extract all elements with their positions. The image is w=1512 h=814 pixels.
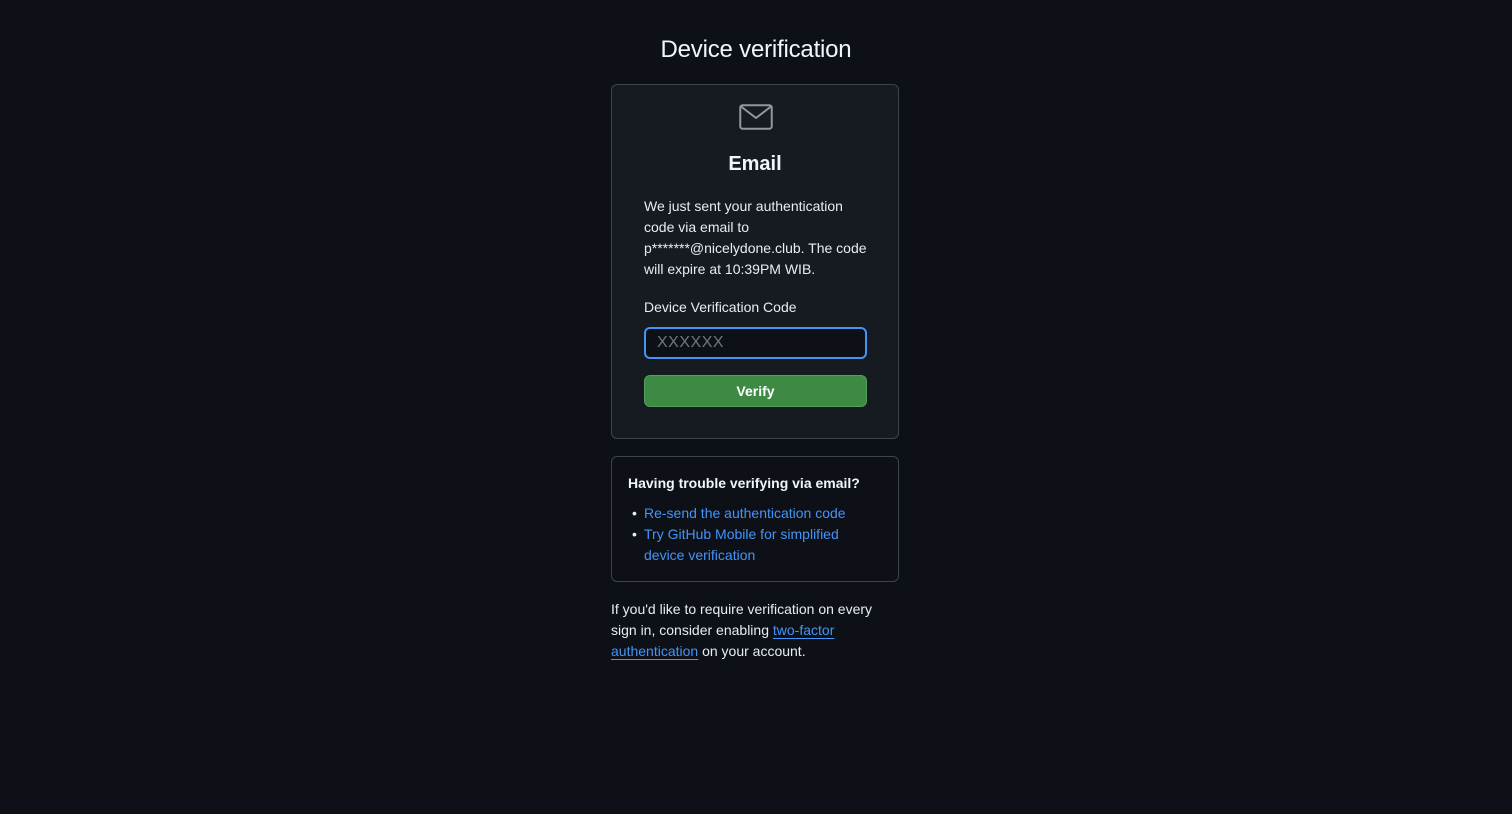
verification-code-input[interactable] xyxy=(644,327,867,359)
verification-card: Email We just sent your authentication c… xyxy=(611,84,899,439)
verify-button[interactable]: Verify xyxy=(644,375,867,407)
list-item: • Try GitHub Mobile for simplified devic… xyxy=(628,524,878,566)
trouble-heading: Having trouble verifying via email? xyxy=(628,475,860,491)
trouble-list: • Re-send the authentication code • Try … xyxy=(628,503,878,566)
code-label: Device Verification Code xyxy=(644,299,797,315)
mail-icon xyxy=(739,104,773,130)
footer-note: If you'd like to require verification on… xyxy=(611,599,901,662)
list-item: • Re-send the authentication code xyxy=(628,503,878,524)
footer-text-after: on your account. xyxy=(698,643,806,659)
method-title: Email xyxy=(728,153,782,175)
page: Device verification Email We just sent y… xyxy=(0,0,1512,814)
bullet-icon: • xyxy=(632,505,637,521)
bullet-icon: • xyxy=(632,526,637,542)
resend-code-link[interactable]: Re-send the authentication code xyxy=(644,505,846,521)
verification-message: We just sent your authentication code vi… xyxy=(644,198,867,277)
trouble-box: Having trouble verifying via email? • Re… xyxy=(611,456,899,582)
page-title: Device verification xyxy=(660,36,852,63)
github-mobile-link[interactable]: Try GitHub Mobile for simplified device … xyxy=(644,526,839,563)
